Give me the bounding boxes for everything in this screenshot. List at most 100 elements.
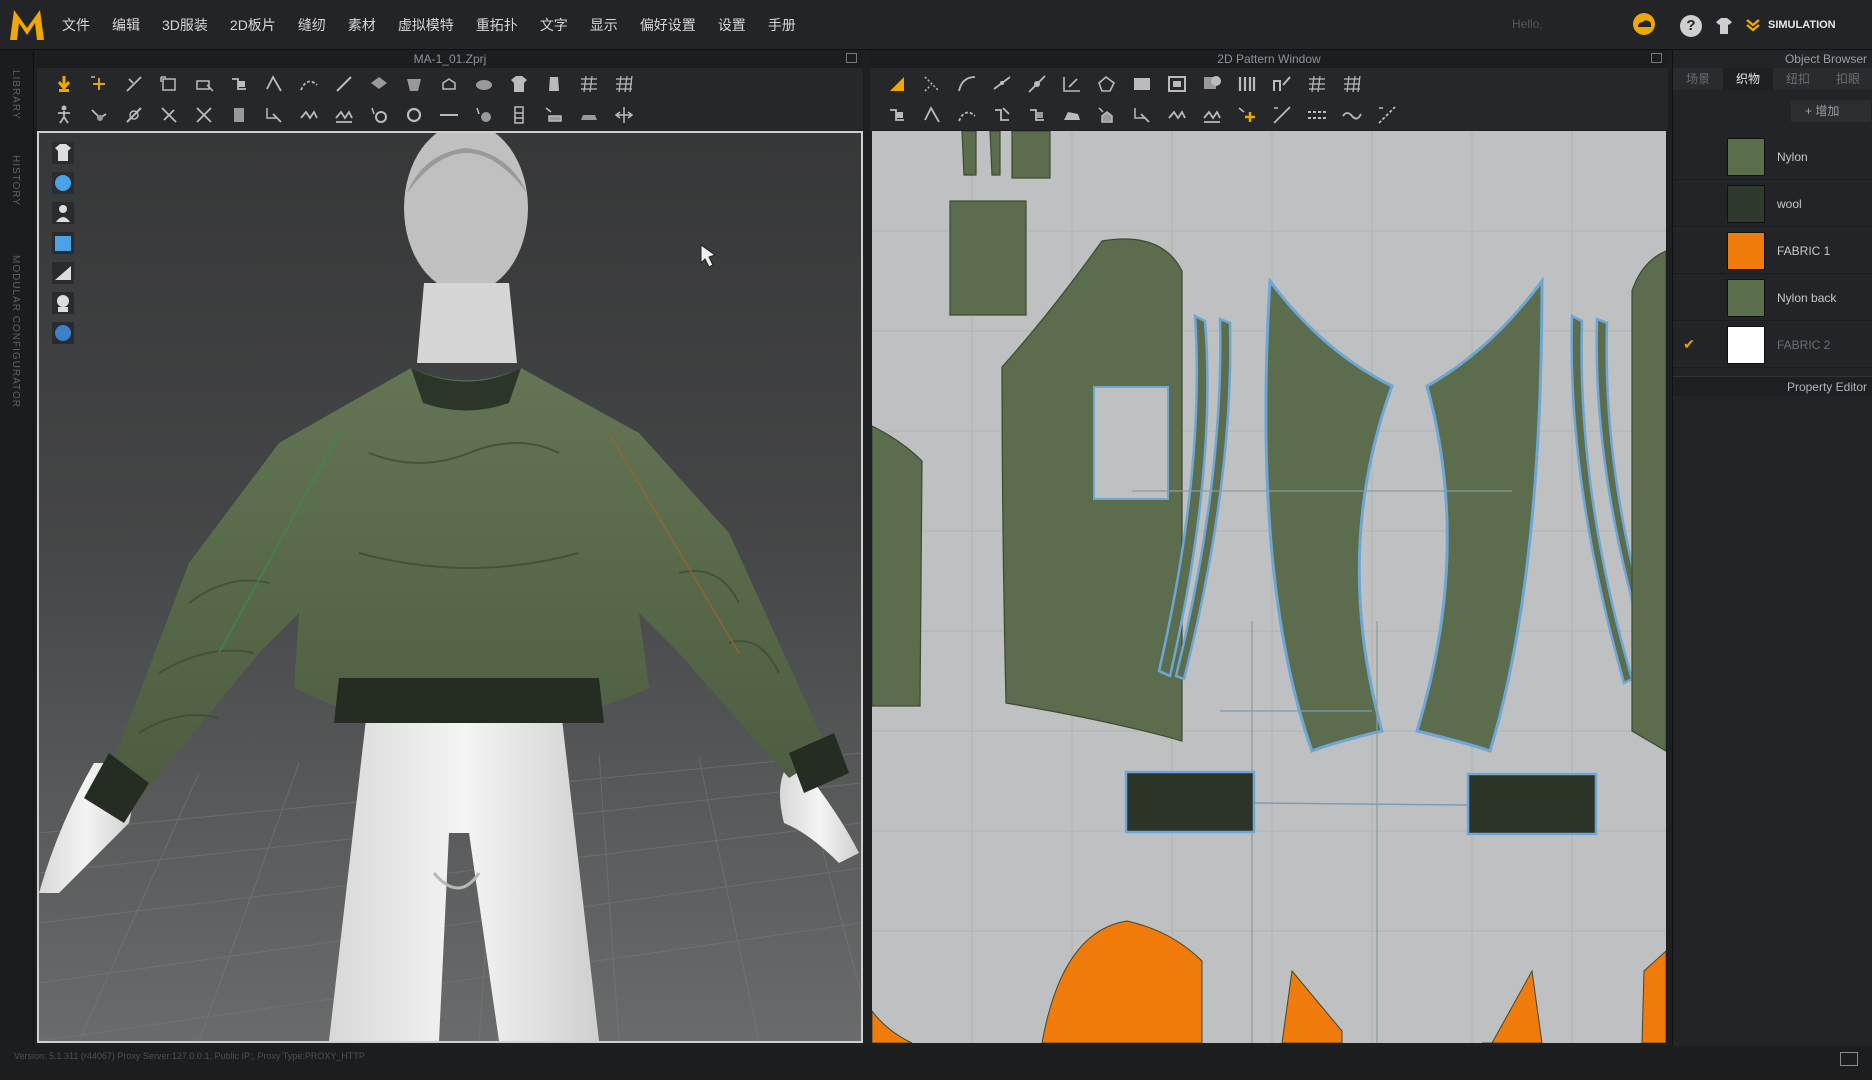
property-editor-header[interactable]: Property Editor [1673, 376, 1872, 396]
fabric-item[interactable]: wool [1673, 181, 1872, 227]
add-point-icon[interactable] [1024, 71, 1050, 97]
back-panel-right[interactable] [1415, 276, 1544, 753]
pin-tool-icon[interactable] [436, 71, 462, 97]
menu-3d-garment[interactable]: 3D服装 [162, 15, 208, 35]
arrangement-point-icon[interactable] [86, 102, 112, 128]
app-logo-icon[interactable] [6, 4, 48, 46]
transform-icon[interactable] [156, 71, 182, 97]
back-panel-left[interactable] [1264, 276, 1394, 753]
circle-tool-icon[interactable] [471, 102, 497, 128]
avatar-toggle-icon[interactable] [52, 202, 74, 224]
pattern-grid-icon[interactable] [1304, 71, 1330, 97]
lining-piece[interactable] [1041, 920, 1203, 1043]
button-tool-icon[interactable] [261, 102, 287, 128]
waistband-piece[interactable] [1466, 772, 1598, 836]
edit-pattern-icon[interactable] [121, 71, 147, 97]
fabric-item[interactable]: Nylon [1673, 134, 1872, 180]
menu-2d-pattern[interactable]: 2D板片 [230, 15, 276, 35]
internal-rectangle-icon[interactable] [1164, 71, 1190, 97]
graphic-tool-icon[interactable] [541, 102, 567, 128]
tab-buttonholes[interactable]: 扣眼 [1823, 68, 1872, 90]
lining-piece[interactable] [1482, 969, 1543, 1043]
cut-icon[interactable] [1059, 71, 1085, 97]
segment-sewing-icon[interactable] [261, 71, 287, 97]
edit-point-icon[interactable] [919, 71, 945, 97]
fit-map-icon[interactable] [156, 102, 182, 128]
line-tool-icon[interactable] [436, 102, 462, 128]
seam-tool-icon[interactable] [226, 71, 252, 97]
window3d-maximize-icon[interactable] [846, 53, 857, 63]
history-tab[interactable]: HISTORY [10, 155, 21, 206]
brush-tool-icon[interactable] [471, 71, 497, 97]
free-seam-icon[interactable] [954, 102, 980, 128]
viewport-2d[interactable] [872, 131, 1666, 1043]
rectangle-icon[interactable] [1129, 71, 1155, 97]
lining-piece[interactable] [872, 1010, 913, 1043]
curve-point-icon[interactable] [989, 71, 1015, 97]
pattern-piece[interactable] [949, 200, 1027, 316]
lining-piece[interactable] [1281, 969, 1343, 1043]
m-n-seam-icon[interactable] [989, 102, 1015, 128]
library-tab[interactable]: LIBRARY [10, 70, 21, 120]
menu-materials[interactable]: 素材 [348, 15, 376, 35]
rect-select-icon[interactable] [191, 71, 217, 97]
help-icon[interactable]: ? [1680, 15, 1702, 37]
pleat-icon[interactable] [1269, 71, 1295, 97]
mesh-display-icon[interactable] [52, 262, 74, 284]
tab-fabric[interactable]: 织物 [1723, 68, 1773, 90]
window2d-maximize-icon[interactable] [1651, 53, 1662, 63]
move-axis-icon[interactable] [611, 102, 637, 128]
move-tool-icon[interactable] [86, 71, 112, 97]
menu-text[interactable]: 文字 [540, 15, 568, 35]
segment-seam-icon[interactable] [919, 102, 945, 128]
pattern-piece[interactable] [989, 131, 1001, 176]
avatar-display-icon[interactable] [52, 142, 74, 164]
internal-circle-icon[interactable] [1199, 71, 1225, 97]
menu-manual[interactable]: 手册 [768, 15, 796, 35]
edit-curvature-icon[interactable] [954, 71, 980, 97]
garment-fit-icon[interactable] [541, 71, 567, 97]
shirt-arrange-icon[interactable] [506, 71, 532, 97]
garment-icon[interactable] [1712, 14, 1736, 38]
fabric-item[interactable]: ✔ FABRIC 2 [1673, 322, 1872, 368]
avatar-head-icon[interactable] [52, 292, 74, 314]
viewport-3d[interactable] [37, 131, 863, 1043]
pattern-piece[interactable] [961, 131, 977, 176]
menu-avatar[interactable]: 虚拟模特 [398, 15, 454, 35]
menu-display[interactable]: 显示 [590, 15, 618, 35]
add-fabric-button[interactable]: + 增加 [1791, 100, 1871, 122]
modular-configurator-tab[interactable]: MODULAR CONFIGURATOR [10, 255, 21, 408]
menu-settings[interactable]: 设置 [718, 15, 746, 35]
avatar-pose-icon[interactable] [51, 102, 77, 128]
topstitch-icon[interactable] [576, 102, 602, 128]
texture-display-icon[interactable] [52, 172, 74, 194]
tab-buttons[interactable]: 纽扣 [1773, 68, 1823, 90]
buttonhole-2d-icon[interactable] [1129, 102, 1155, 128]
menu-sewing[interactable]: 缝纫 [298, 15, 326, 35]
strain-map-icon[interactable] [191, 102, 217, 128]
check-seam-icon[interactable] [1024, 102, 1050, 128]
fabric-display-icon[interactable] [52, 232, 74, 254]
pattern-piece[interactable] [1631, 250, 1666, 752]
cloud-sync-icon[interactable] [1631, 12, 1657, 36]
render-sphere-icon[interactable] [52, 322, 74, 344]
puckering-icon[interactable] [366, 102, 392, 128]
binding-2d-icon[interactable] [1199, 102, 1225, 128]
waistband-piece[interactable] [1124, 770, 1256, 834]
fabric-item[interactable]: Nylon back [1673, 275, 1872, 321]
simulation-toggle[interactable]: SIMULATION [1746, 14, 1836, 36]
trim-icon[interactable] [226, 102, 252, 128]
uv-grid-icon[interactable] [611, 71, 637, 97]
texture-edit-icon[interactable] [506, 102, 532, 128]
buttonhole-icon[interactable] [296, 102, 322, 128]
sleeve-pocket-cutout[interactable] [1093, 386, 1169, 500]
menu-file[interactable]: 文件 [62, 15, 90, 35]
draw-line-icon[interactable] [1269, 102, 1295, 128]
grid-tool-icon[interactable] [576, 71, 602, 97]
free-sewing-icon[interactable] [296, 71, 322, 97]
zipper-icon[interactable] [331, 102, 357, 128]
menu-preferences[interactable]: 偏好设置 [640, 15, 696, 35]
pattern-piece[interactable] [1011, 131, 1051, 179]
seam-edit-icon[interactable] [884, 102, 910, 128]
button-2d-icon[interactable] [1094, 102, 1120, 128]
